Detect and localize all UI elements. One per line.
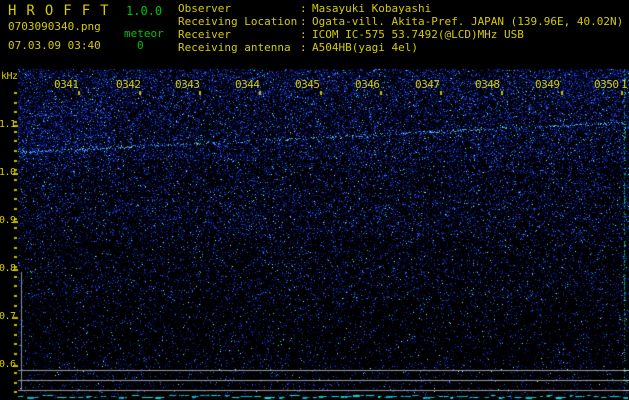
station-row: Receiving antenna : A504HB(yagi 4el) xyxy=(178,41,623,54)
colon-separator: : xyxy=(300,41,307,54)
station-info: Observer : Masayuki Kobayashi Receiving … xyxy=(178,2,623,54)
station-label: Receiving Location xyxy=(178,15,298,28)
station-label: Receiving antenna xyxy=(178,41,291,54)
time-tick-label: 0344 xyxy=(235,78,260,91)
station-value: ICOM IC-575 53.7492(@LCD)MHz USB xyxy=(312,28,524,41)
colon-separator: : xyxy=(300,28,307,41)
station-row: Receiver : ICOM IC-575 53.7492(@LCD)MHz … xyxy=(178,28,623,41)
time-tick-label: 0341 xyxy=(54,78,79,91)
capture-filename: 0703090340.png xyxy=(8,20,101,33)
freq-tick-label: 0.9 xyxy=(0,215,16,226)
freq-tick-label: 0.7 xyxy=(0,311,16,322)
station-row: Receiving Location : Ogata-vill. Akita-P… xyxy=(178,15,623,28)
station-value: Ogata-vill. Akita-Pref. JAPAN (139.96E, … xyxy=(312,15,624,28)
mode-label: meteor xyxy=(124,27,164,40)
freq-tick-label: 0.6 xyxy=(0,359,16,370)
app-title: HROFFT xyxy=(8,3,119,19)
time-tick-label: 0345 xyxy=(295,78,320,91)
hrofft-screen: HROFFT 1.0.0 0703090340.png meteor 07.03… xyxy=(0,0,629,400)
time-tick-label: 0343 xyxy=(175,78,200,91)
freq-tick-label: 0.8 xyxy=(0,263,16,274)
station-value: Masayuki Kobayashi xyxy=(312,2,432,15)
station-value: A504HB(yagi 4el) xyxy=(312,41,418,54)
station-label: Receiver xyxy=(178,28,231,41)
time-tick-label: 0350 xyxy=(594,78,619,91)
time-tick-label: 0342 xyxy=(116,78,141,91)
time-tick-label: 0346 xyxy=(355,78,380,91)
station-label: Observer xyxy=(178,2,231,15)
freq-tick-label: 1.1 xyxy=(0,119,16,130)
time-tick-label-partial: 1 xyxy=(621,78,628,91)
capture-datetime: 07.03.09 03:40 xyxy=(8,39,101,52)
colon-separator: : xyxy=(300,2,307,15)
time-tick-label: 0348 xyxy=(475,78,500,91)
colon-separator: : xyxy=(300,15,307,28)
time-tick-label: 0347 xyxy=(415,78,440,91)
app-version: 1.0.0 xyxy=(126,4,163,18)
meteor-count: 0 xyxy=(137,39,144,52)
freq-tick-label: 1.0 xyxy=(0,167,16,178)
time-tick-label: 0349 xyxy=(535,78,560,91)
spectrogram-canvas xyxy=(0,0,629,400)
freq-axis-unit-label: kHz xyxy=(1,71,18,82)
station-row: Observer : Masayuki Kobayashi xyxy=(178,2,623,15)
